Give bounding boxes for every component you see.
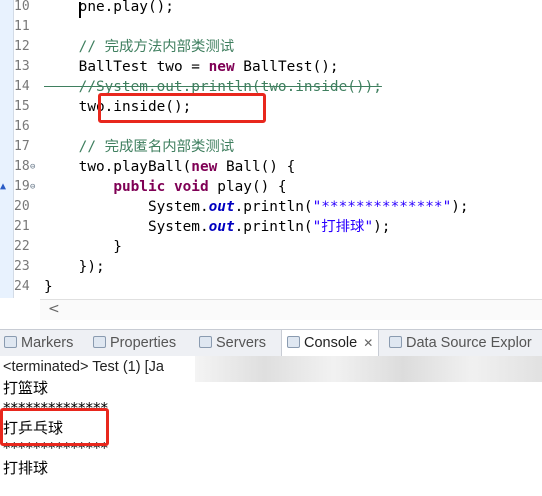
properties-icon <box>93 336 106 348</box>
line-number: 11 <box>14 19 30 34</box>
code-token: .println( <box>234 199 313 215</box>
code-text: two.playBall(new Ball() { <box>44 157 296 177</box>
code-token: }); <box>44 259 105 275</box>
code-token: ); <box>373 219 391 235</box>
code-line[interactable]: 20 System.out.println("**************"); <box>0 197 542 217</box>
code-token: out <box>208 219 235 235</box>
line-number: 17 <box>14 139 30 154</box>
code-token: public void <box>113 179 209 195</box>
code-token: } <box>44 279 53 295</box>
code-line[interactable]: 22 } <box>0 237 542 257</box>
code-text: one.play(); <box>44 0 174 17</box>
data-source-icon <box>389 336 402 348</box>
code-text: }); <box>44 257 105 277</box>
code-token: one.play(); <box>44 0 174 15</box>
console-status: <terminated> Test (1) [Ja <box>3 359 164 375</box>
tab-data-source-explor[interactable]: Data Source Explor <box>389 330 532 356</box>
code-token: "打排球" <box>312 219 374 235</box>
code-lines: 10 one.play(); 11 12 // 完成方法内部类测试 13 BallTe… <box>0 0 542 297</box>
code-token: ); <box>451 199 469 215</box>
code-line[interactable]: 19 ▲ ⊖ public void play() { <box>0 177 542 197</box>
line-number: 20 <box>14 199 30 214</box>
code-token: .println( <box>234 219 313 235</box>
code-line[interactable]: 12 // 完成方法内部类测试 <box>0 37 542 57</box>
tab-label: Properties <box>110 335 177 351</box>
code-token: System. <box>44 219 209 235</box>
code-text: BallTest two = new BallTest(); <box>44 57 339 77</box>
tab-servers[interactable]: Servers <box>199 330 266 356</box>
tab-properties[interactable]: Properties <box>93 330 176 356</box>
line-number: 21 <box>14 219 30 234</box>
code-token: Ball() { <box>217 159 296 175</box>
code-text: } <box>44 237 122 257</box>
console-output-line: 打篮球 <box>3 379 49 397</box>
code-editor[interactable]: 10 one.play(); 11 12 // 完成方法内部类测试 13 BallTe… <box>0 0 542 298</box>
code-text: System.out.println("**************"); <box>44 197 469 217</box>
code-line[interactable]: 24} <box>0 277 542 297</box>
horizontal-scrollbar[interactable]: < <box>40 299 542 320</box>
tab-label: Servers <box>216 335 266 351</box>
line-number: 16 <box>14 119 30 134</box>
code-text: // 完成方法内部类测试 <box>44 37 235 57</box>
console-icon <box>287 336 300 348</box>
tab-markers[interactable]: Markers <box>4 330 73 356</box>
code-text: System.out.println("打排球"); <box>44 217 390 237</box>
code-line[interactable]: 10 one.play(); <box>0 0 542 17</box>
code-line[interactable]: 14 //System.out.println(two.inside()); <box>0 77 542 97</box>
code-line[interactable]: 18 ⊖ two.playBall(new Ball() { <box>0 157 542 177</box>
tab-console[interactable]: Console ✕ <box>281 330 380 357</box>
code-token: System. <box>44 199 209 215</box>
code-token: BallTest(); <box>234 59 339 75</box>
line-number: 10 <box>14 0 30 14</box>
code-token: } <box>44 239 122 255</box>
code-token: "**************" <box>312 199 452 215</box>
code-line[interactable]: 16 <box>0 117 542 137</box>
code-token: // 完成匿名内部类测试 <box>44 139 235 155</box>
servers-icon <box>199 336 212 348</box>
code-line[interactable]: 23 }); <box>0 257 542 277</box>
line-number: 24 <box>14 279 30 294</box>
code-token: BallTest two = <box>44 59 209 75</box>
bottom-panel-tabbar: Markers Properties Servers Console ✕ Data Sou… <box>0 329 542 357</box>
line-number: 19 <box>14 179 30 194</box>
code-line[interactable]: 15 two.inside(); <box>0 97 542 117</box>
code-token: out <box>208 199 235 215</box>
line-number: 23 <box>14 259 30 274</box>
markers-icon <box>4 336 17 348</box>
code-line[interactable]: 17 // 完成匿名内部类测试 <box>0 137 542 157</box>
code-line[interactable]: 11 <box>0 17 542 37</box>
line-number: 14 <box>14 79 30 94</box>
highlight-box-output <box>0 408 109 446</box>
code-text: // 完成匿名内部类测试 <box>44 137 235 157</box>
scroll-left-icon[interactable]: < <box>48 301 60 317</box>
code-token: play() { <box>208 179 287 195</box>
line-number: 12 <box>14 39 30 54</box>
code-text: public void play() { <box>44 177 287 197</box>
fold-toggle-icon[interactable]: ⊖ <box>30 157 35 177</box>
code-line[interactable]: 21 System.out.println("打排球"); <box>0 217 542 237</box>
blurred-region <box>195 356 542 382</box>
console-output-line: 打排球 <box>3 459 49 477</box>
code-line[interactable]: 13 BallTest two = new BallTest(); <box>0 57 542 77</box>
close-icon[interactable]: ✕ <box>363 336 373 350</box>
code-text: } <box>44 277 53 297</box>
highlight-box-code <box>98 93 266 123</box>
tab-label: Console <box>304 335 358 351</box>
tab-label: Markers <box>21 335 74 351</box>
code-token: new <box>191 159 218 175</box>
code-token: // 完成方法内部类测试 <box>44 39 235 55</box>
fold-toggle-icon[interactable]: ⊖ <box>30 177 35 197</box>
console-view[interactable]: <terminated> Test (1) [Ja 打篮球 ***********… <box>0 356 542 496</box>
line-number: 18 <box>14 159 30 174</box>
tab-label: Data Source Explor <box>406 335 532 351</box>
code-token: new <box>208 59 235 75</box>
line-number: 15 <box>14 99 30 114</box>
line-number: 13 <box>14 59 30 74</box>
breakpoint-arrow-icon: ▲ <box>0 181 7 192</box>
line-number: 22 <box>14 239 30 254</box>
code-token: two.playBall( <box>44 159 192 175</box>
